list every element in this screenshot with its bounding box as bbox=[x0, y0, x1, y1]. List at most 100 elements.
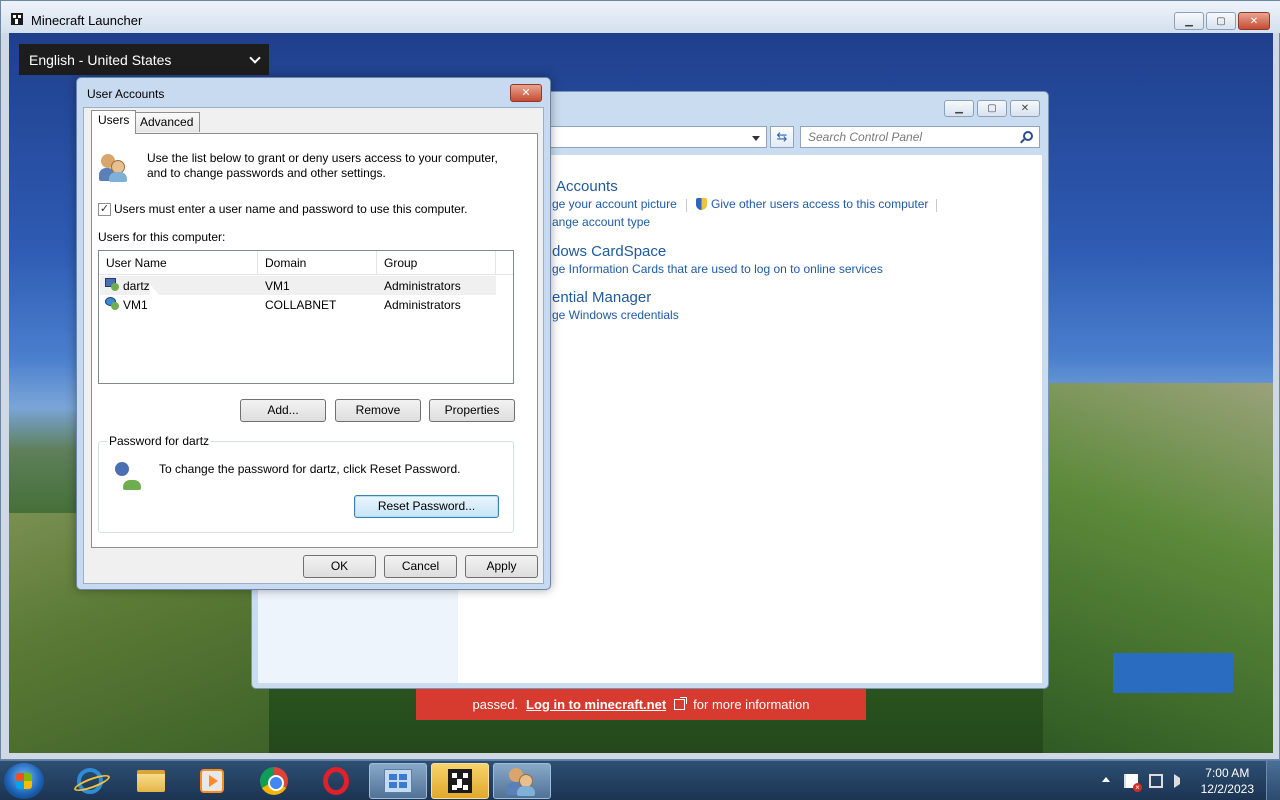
opera-icon bbox=[323, 767, 349, 795]
reset-password-button[interactable]: Reset Password... bbox=[354, 495, 499, 518]
taskbar-chrome[interactable] bbox=[245, 763, 303, 799]
cell-group: Administrators bbox=[384, 279, 461, 293]
link-change-type[interactable]: ange account type bbox=[552, 215, 650, 229]
tab-advanced[interactable]: Advanced bbox=[133, 112, 201, 132]
column-domain[interactable]: Domain bbox=[258, 251, 377, 275]
taskbar-file-explorer[interactable] bbox=[122, 763, 180, 799]
cell-user-name: VM1 bbox=[123, 298, 148, 312]
intro-text-line1: Use the list below to grant or deny user… bbox=[147, 151, 498, 165]
section-heading-credential-manager[interactable]: ential Manager bbox=[552, 289, 651, 306]
control-panel-icon bbox=[384, 769, 412, 793]
link-change-picture[interactable]: ge your account picture bbox=[552, 197, 677, 211]
section-heading-cardspace[interactable]: dows CardSpace bbox=[552, 243, 666, 260]
domain-user-icon bbox=[105, 297, 120, 312]
chrome-icon bbox=[260, 767, 288, 795]
link-separator bbox=[936, 199, 937, 212]
link-separator bbox=[686, 199, 687, 212]
minecraft-icon bbox=[448, 769, 472, 793]
link-information-cards[interactable]: ge Information Cards that are used to lo… bbox=[552, 262, 883, 276]
password-groupbox-title: Password for dartz bbox=[107, 434, 212, 448]
start-button[interactable] bbox=[4, 763, 44, 799]
users-listview[interactable]: User Name Domain Group dartz VM1 Adminis… bbox=[98, 250, 514, 384]
dialog-title: User Accounts bbox=[87, 87, 165, 101]
column-group[interactable]: Group bbox=[377, 251, 496, 275]
folder-icon bbox=[137, 770, 165, 792]
launcher-title: Minecraft Launcher bbox=[31, 13, 143, 28]
cell-domain: VM1 bbox=[265, 279, 290, 293]
refresh-button[interactable]: ⇆ bbox=[770, 126, 794, 148]
landscape-water bbox=[1113, 653, 1233, 693]
taskbar-opera[interactable] bbox=[307, 763, 365, 799]
users-icon bbox=[99, 152, 129, 182]
password-groupbox: Password for dartz To change the passwor… bbox=[98, 434, 514, 533]
taskbar-control-panel[interactable] bbox=[369, 763, 427, 799]
checkmark-icon: ✓ bbox=[99, 203, 110, 215]
section-heading-accounts[interactable]: Accounts bbox=[556, 178, 618, 195]
taskbar: 7:00 AM 12/2/2023 bbox=[0, 760, 1280, 800]
cell-group: Administrators bbox=[384, 298, 461, 312]
link-give-access-label: Give other users access to this computer bbox=[711, 197, 929, 211]
tab-users[interactable]: Users bbox=[91, 110, 137, 134]
remove-user-button[interactable]: Remove bbox=[335, 399, 421, 422]
network-icon[interactable] bbox=[1149, 774, 1163, 788]
language-select[interactable]: English - United States bbox=[19, 44, 269, 75]
volume-icon[interactable] bbox=[1174, 774, 1180, 788]
must-login-label[interactable]: Users must enter a user name and passwor… bbox=[114, 202, 468, 216]
taskbar-internet-explorer[interactable] bbox=[61, 763, 119, 799]
add-user-button[interactable]: Add... bbox=[240, 399, 326, 422]
landscape-right bbox=[1043, 383, 1273, 753]
close-button[interactable]: ✕ bbox=[1238, 12, 1270, 30]
action-center-icon[interactable] bbox=[1124, 774, 1142, 792]
close-icon: ✕ bbox=[521, 87, 531, 99]
cancel-button[interactable]: Cancel bbox=[384, 555, 457, 578]
dropdown-arrow-icon[interactable] bbox=[752, 136, 760, 141]
search-placeholder: Search Control Panel bbox=[808, 130, 923, 144]
cp-close-button[interactable]: ✕ bbox=[1010, 100, 1040, 117]
dialog-body: Users Advanced Use the list below to gra… bbox=[83, 107, 544, 584]
taskbar-user-accounts[interactable] bbox=[493, 763, 551, 799]
login-banner: passed. Log in to minecraft.net for more… bbox=[416, 689, 866, 720]
show-desktop-button[interactable] bbox=[1266, 761, 1280, 800]
users-tab-panel: Use the list below to grant or deny user… bbox=[91, 133, 538, 548]
internet-explorer-icon bbox=[77, 768, 103, 794]
table-row[interactable]: dartz VM1 Administrators bbox=[100, 276, 496, 295]
address-bar[interactable] bbox=[532, 126, 767, 148]
media-player-icon bbox=[200, 769, 224, 793]
user-icon bbox=[105, 278, 120, 293]
cell-domain: COLLABNET bbox=[265, 298, 337, 312]
chevron-down-icon bbox=[249, 51, 261, 64]
minimize-button[interactable]: ▁ bbox=[1174, 12, 1204, 30]
login-link[interactable]: Log in to minecraft.net bbox=[526, 697, 666, 712]
dialog-close-button[interactable]: ✕ bbox=[510, 84, 542, 102]
user-accounts-dialog: User Accounts ✕ Users Advanced Use the l… bbox=[76, 77, 551, 590]
maximize-button[interactable]: ▢ bbox=[1206, 12, 1236, 30]
clock-date: 12/2/2023 bbox=[1200, 782, 1254, 796]
launcher-titlebar[interactable]: Minecraft Launcher ▁ ▢ ✕ bbox=[1, 1, 1280, 33]
language-select-value: English - United States bbox=[29, 51, 172, 68]
clock-time: 7:00 AM bbox=[1205, 766, 1250, 780]
users-list-label: Users for this computer: bbox=[98, 230, 226, 244]
refresh-icon: ⇆ bbox=[776, 129, 788, 144]
link-give-access[interactable]: Give other users access to this computer bbox=[696, 197, 928, 211]
search-input[interactable]: Search Control Panel bbox=[800, 126, 1040, 148]
launcher-window-controls: ▁ ▢ ✕ bbox=[1174, 12, 1270, 30]
column-user-name[interactable]: User Name bbox=[99, 251, 258, 275]
cp-minimize-button[interactable]: ▁ bbox=[944, 100, 974, 117]
clock[interactable]: 7:00 AM 12/2/2023 bbox=[1201, 765, 1254, 797]
taskbar-media-player[interactable] bbox=[183, 763, 241, 799]
must-login-checkbox[interactable]: ✓ bbox=[98, 203, 111, 216]
users-icon bbox=[507, 766, 537, 796]
apply-button[interactable]: Apply bbox=[465, 555, 538, 578]
table-row[interactable]: VM1 COLLABNET Administrators bbox=[100, 295, 496, 314]
password-instructions: To change the password for dartz, click … bbox=[159, 462, 461, 476]
properties-button[interactable]: Properties bbox=[429, 399, 515, 422]
cp-window-controls: ▁ ▢ ✕ bbox=[944, 100, 1040, 117]
taskbar-minecraft-launcher[interactable] bbox=[431, 763, 489, 799]
cell-user-name: dartz bbox=[123, 279, 150, 293]
ok-button[interactable]: OK bbox=[303, 555, 376, 578]
show-hidden-icons-icon[interactable] bbox=[1102, 777, 1110, 782]
shield-icon bbox=[696, 198, 707, 210]
link-windows-credentials[interactable]: ge Windows credentials bbox=[552, 308, 679, 322]
search-icon[interactable] bbox=[1023, 131, 1033, 141]
cp-maximize-button[interactable]: ▢ bbox=[977, 100, 1007, 117]
